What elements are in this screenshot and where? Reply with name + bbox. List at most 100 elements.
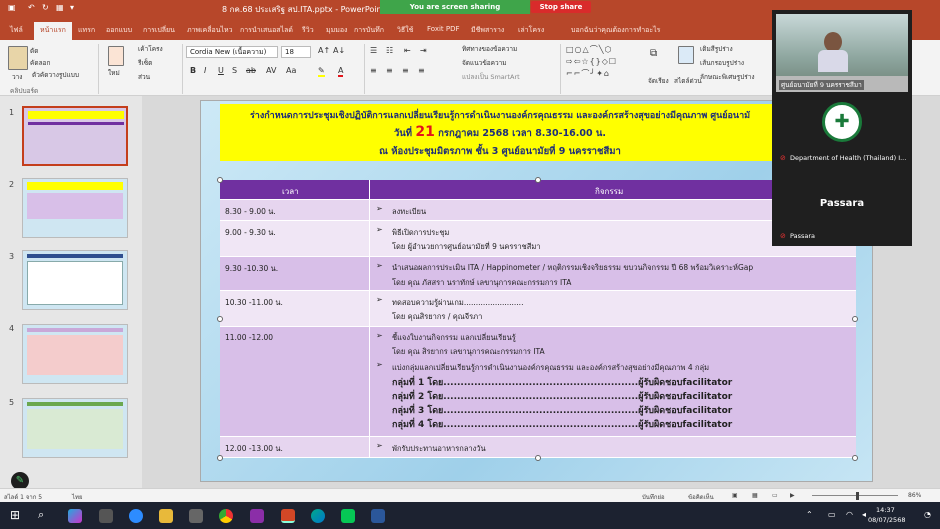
tab-file[interactable]: ไฟล์ (10, 25, 23, 36)
tab-animations[interactable]: ภาพเคลื่อนไหว (187, 25, 233, 36)
case-icon[interactable]: Aa (286, 66, 296, 75)
video-tile-camera[interactable]: ศูนย์อนามัยที่ 9 นครราชสีมา (776, 14, 908, 92)
font-size-select[interactable]: 18 (281, 46, 311, 58)
font-name-select[interactable]: Cordia New (เนื้อความ) (186, 46, 278, 58)
font-color-icon[interactable]: A (338, 66, 344, 77)
arrange-icon[interactable]: ⧉ (650, 48, 657, 59)
numbering-icon[interactable]: ☷ (386, 46, 393, 55)
windows-start-icon[interactable]: ⊞ (10, 508, 20, 522)
slide-thumbnail-5[interactable] (22, 398, 128, 458)
new-slide-icon[interactable] (108, 46, 124, 66)
resize-handle[interactable] (217, 177, 223, 183)
section-button[interactable]: ส่วน (138, 72, 150, 82)
bold-icon[interactable]: B (190, 66, 196, 75)
tab-design[interactable]: ออกแบบ (106, 25, 132, 36)
app-icon[interactable] (250, 509, 264, 523)
resize-handle[interactable] (852, 316, 858, 322)
clock-date[interactable]: 08/07/2568 (868, 516, 905, 524)
app-icon[interactable] (189, 509, 203, 523)
outdent-icon[interactable]: ⇥ (420, 46, 427, 55)
shape-effects-button[interactable]: ลักษณะพิเศษรูปร่าง (700, 72, 755, 82)
table-row[interactable]: 9.30 -10.30 น. ➢ นำเสนอผลการประเมิน ITA … (220, 257, 856, 291)
align-center-icon[interactable]: ≡ (386, 66, 393, 75)
smartart-button[interactable]: แปลงเป็น SmartArt (462, 72, 520, 82)
zoom-slider[interactable] (812, 495, 898, 496)
shrink-font-icon[interactable]: A↓ (333, 46, 345, 55)
zoom-level[interactable]: 86% (908, 492, 921, 499)
shapes-gallery[interactable]: □○△⌒╲⬡ ⇨⇦☆{}◇☐ ⌐⌐⌒╯✦⌂ (566, 44, 634, 86)
tab-home[interactable]: หน้าแรก (34, 22, 72, 40)
save-icon[interactable]: ▣ (8, 3, 16, 12)
shape-fill-button[interactable]: เติมสีรูปร่าง (700, 44, 733, 54)
align-right-icon[interactable]: ≡ (402, 66, 409, 75)
notification-bell-icon[interactable]: ◔ (924, 510, 931, 519)
slideshow-view-icon[interactable]: ▶ (790, 492, 795, 499)
line-app-icon[interactable] (341, 509, 355, 523)
resize-handle[interactable] (535, 177, 541, 183)
more-icon[interactable]: ▾ (70, 3, 74, 12)
chrome-icon[interactable] (219, 509, 233, 523)
powerpoint-icon[interactable] (281, 509, 295, 523)
cut-button[interactable]: ตัด (30, 46, 38, 56)
slide-thumbnail-1[interactable] (22, 106, 128, 166)
align-text-button[interactable]: จัดแนวข้อความ (462, 58, 507, 68)
camera-app-icon[interactable] (99, 509, 113, 523)
quick-styles-icon[interactable] (678, 46, 694, 64)
file-explorer-icon[interactable] (159, 509, 173, 523)
layout-button[interactable]: เค้าโครง (138, 44, 163, 54)
copilot-icon[interactable] (68, 509, 82, 523)
italic-icon[interactable]: I (204, 66, 206, 75)
indent-icon[interactable]: ⇤ (404, 46, 411, 55)
table-row[interactable]: 10.30 -11.00 น. ➢ ทดสอบความรู้ผ่านเกม...… (220, 291, 856, 327)
justify-icon[interactable]: ≡ (418, 66, 425, 75)
underline-icon[interactable]: U (218, 66, 224, 75)
notes-button[interactable]: บันทึกย่อ (642, 492, 665, 502)
new-slide-button[interactable]: ใหม่ (108, 68, 120, 78)
slide-thumbnail-2[interactable] (22, 178, 128, 238)
stop-share-button[interactable]: Stop share (531, 1, 591, 13)
resize-handle[interactable] (535, 455, 541, 461)
tab-foxit[interactable]: Foxit PDF (427, 25, 460, 33)
network-icon[interactable]: ▭ (828, 510, 836, 519)
reset-button[interactable]: รีเซ็ต (138, 58, 152, 68)
arrange-button[interactable]: จัดเรียง (648, 76, 669, 86)
text-direction-button[interactable]: ทิศทางของข้อความ (462, 44, 517, 54)
slide-sorter-icon[interactable]: ▦ (752, 492, 758, 499)
tab-layout[interactable]: เล่าโครง (518, 25, 544, 36)
tab-view[interactable]: มุมมอง (326, 25, 347, 36)
clock-time[interactable]: 14:37 (876, 506, 895, 514)
table-row[interactable]: 11.00 -12.00 ➢ ชี้แจงใบงานกิจกรรม แลกเปล… (220, 327, 856, 437)
table-row[interactable]: 9.00 - 9.30 น. ➢ พิธีเปิดการประชุม โดย ผ… (220, 221, 856, 257)
video-tile-passara[interactable]: Passara ⊘ Passara (776, 172, 908, 244)
edge-icon[interactable] (311, 509, 325, 523)
tab-insert[interactable]: แทรก (78, 25, 95, 36)
format-painter-button[interactable]: ตัวคัดวางรูปแบบ (32, 70, 79, 80)
wifi-icon[interactable]: ◠ (846, 510, 853, 519)
tell-me-search[interactable]: บอกฉันว่าคุณต้องการทำอะไร (571, 25, 660, 36)
word-icon[interactable] (371, 509, 385, 523)
normal-view-icon[interactable]: ▣ (732, 492, 738, 499)
paste-icon[interactable] (8, 46, 28, 70)
tab-help[interactable]: วิธีใช้ (397, 25, 413, 36)
comments-button[interactable]: ข้อคิดเห็น (688, 492, 714, 502)
tab-review[interactable]: รีวิว (302, 25, 314, 36)
tab-record[interactable]: การบันทึก (354, 25, 384, 36)
video-tile-logo[interactable]: ✚ ⊘ Department of Health (Thailand) I... (776, 96, 908, 168)
tab-shape-format[interactable]: มีชีพสาราง (471, 25, 504, 36)
spacing-icon[interactable]: AV (266, 66, 276, 75)
grow-font-icon[interactable]: A↑ (318, 46, 330, 55)
undo-icon[interactable]: ↶ (28, 3, 35, 12)
schedule-table[interactable]: เวลา กิจกรรม 8.30 - 9.00 น. ➢ ลงทะเบียน … (220, 180, 856, 458)
tray-chevron-icon[interactable]: ⌃ (806, 510, 813, 519)
zoom-app-icon[interactable] (129, 509, 143, 523)
shadow-icon[interactable]: S (232, 66, 237, 75)
quick-styles-button[interactable]: สไตล์ด่วน (674, 76, 702, 86)
copy-button[interactable]: คัดลอก (30, 58, 50, 68)
volume-icon[interactable]: ◂ (862, 510, 866, 519)
reading-view-icon[interactable]: ▭ (772, 492, 778, 499)
slide-thumbnail-4[interactable] (22, 324, 128, 384)
slide-title-box[interactable]: ร่างกำหนดการประชุมเชิงปฏิบัติการแลกเปลี่… (220, 104, 780, 161)
tab-slideshow[interactable]: การนำเสนอสไลด์ (240, 25, 293, 36)
resize-handle[interactable] (852, 455, 858, 461)
paste-label[interactable]: วาง (12, 72, 22, 82)
